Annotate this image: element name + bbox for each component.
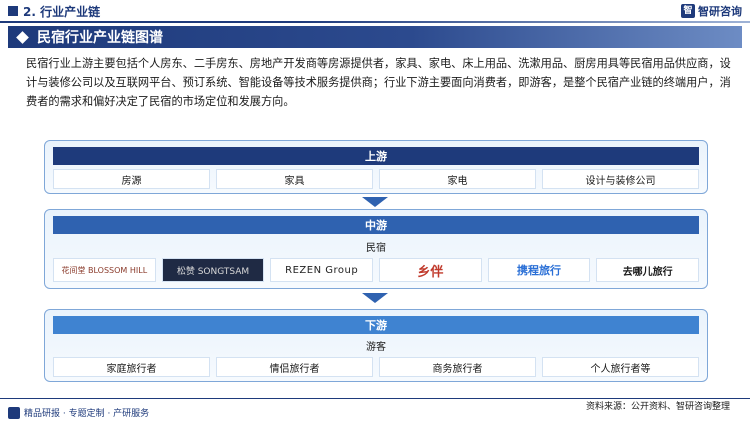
logo-xiangban: 乡伴: [379, 258, 482, 282]
upstream-frame: 上游 房源 家具 家电 设计与装修公司: [44, 140, 708, 194]
downstream-items: 家庭旅行者 情侣旅行者 商务旅行者 个人旅行者等: [53, 357, 699, 377]
downstream-frame: 下游 游客 家庭旅行者 情侣旅行者 商务旅行者 个人旅行者等: [44, 309, 708, 382]
midstream-label: 民宿: [366, 243, 386, 254]
brand-name: 智研咨询: [698, 5, 742, 18]
footer-source: 资料来源：公开资料、智研咨询整理: [585, 402, 730, 412]
brand-logo-icon: 智: [681, 4, 695, 18]
section-label: 2. 行业产业链: [8, 2, 100, 20]
footer: 精品研报 · 专题定制 · 产研服务 资料来源：公开资料、智研咨询整理: [0, 398, 750, 422]
logo-rezen: REZEN Group: [270, 258, 374, 282]
downstream-item: 情侣旅行者: [216, 357, 373, 377]
footer-tagline: 精品研报 · 专题定制 · 产研服务: [24, 409, 150, 419]
footer-logo-icon: [8, 406, 20, 419]
upstream-items: 房源 家具 家电 设计与装修公司: [53, 169, 699, 189]
downstream-header: 下游: [53, 316, 699, 334]
midstream-header: 中游: [53, 216, 699, 234]
midstream-logos: 花间堂 BLOSSOM HILL 松赞 SONGTSAM REZEN Group…: [53, 258, 700, 282]
upstream-item: 家电: [379, 169, 536, 189]
page-title: 民宿行业产业链图谱: [37, 30, 163, 46]
downstream-label: 游客: [366, 342, 386, 353]
logo-qunar: 去哪儿旅行: [596, 258, 700, 282]
title-bar: 民宿行业产业链图谱: [8, 26, 742, 48]
downstream-item: 个人旅行者等: [542, 357, 699, 377]
downstream-item: 商务旅行者: [379, 357, 536, 377]
section-bullet-icon: [8, 6, 18, 16]
top-rule: [0, 21, 750, 23]
brand: 智 智研咨询: [681, 3, 742, 19]
top-bar: 2. 行业产业链 智 智研咨询: [0, 0, 750, 22]
upstream-item: 房源: [53, 169, 210, 189]
upstream-item: 家具: [216, 169, 373, 189]
diamond-icon: [16, 30, 29, 44]
midstream-frame: 中游 民宿 花间堂 BLOSSOM HILL 松赞 SONGTSAM REZEN…: [44, 209, 708, 289]
down-arrow-icon: [362, 197, 388, 207]
upstream-header: 上游: [53, 147, 699, 165]
logo-blossom-hill: 花间堂 BLOSSOM HILL: [53, 258, 156, 282]
intro-text: 民宿行业上游主要包括个人房东、二手房东、房地产开发商等房源提供者，家具、家电、床…: [26, 57, 731, 108]
logo-songtsam: 松赞 SONGTSAM: [161, 258, 265, 282]
logo-ctrip: 携程旅行: [487, 258, 591, 282]
upstream-item: 设计与装修公司: [542, 169, 699, 189]
footer-left: 精品研报 · 专题定制 · 产研服务: [8, 406, 149, 419]
down-arrow-icon: [362, 293, 388, 303]
downstream-item: 家庭旅行者: [53, 357, 210, 377]
section-title: 2. 行业产业链: [23, 4, 101, 19]
